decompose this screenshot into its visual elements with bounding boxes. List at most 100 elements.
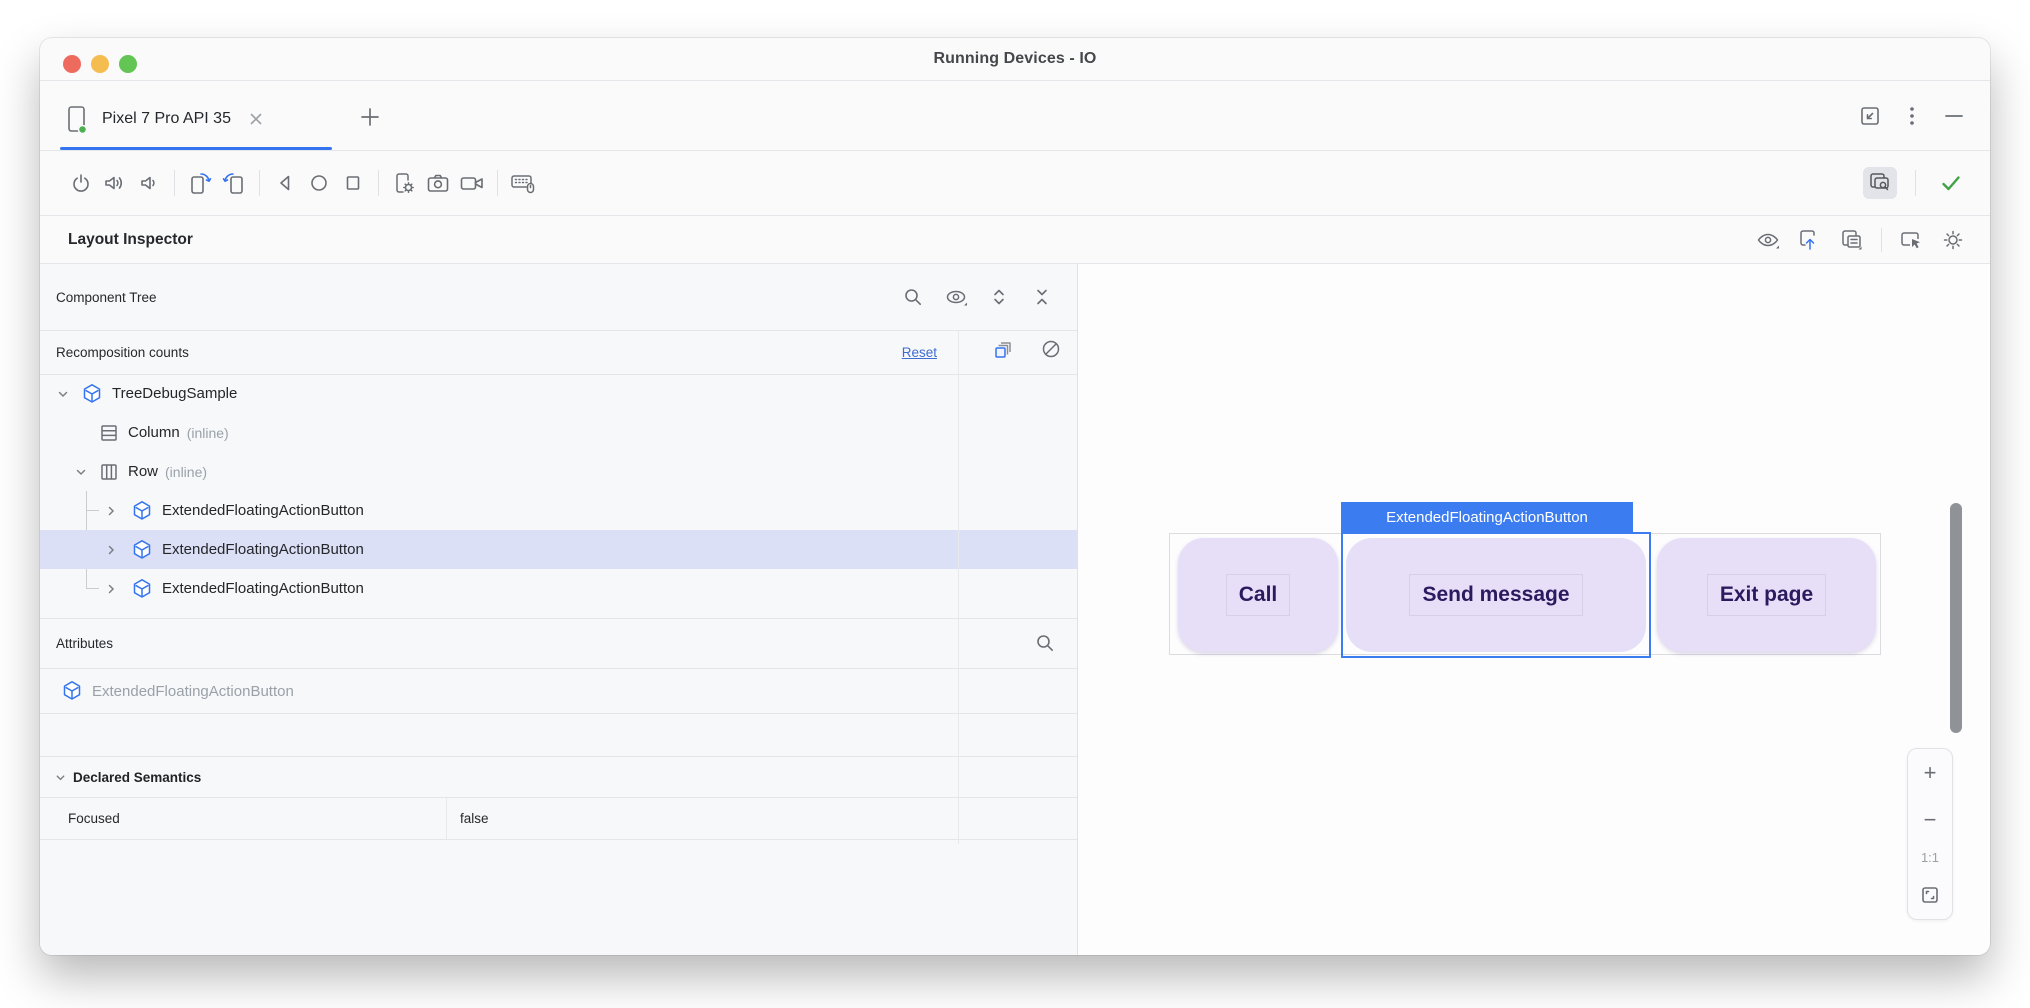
collapse-all-icon[interactable] <box>1025 281 1059 313</box>
skip-counts-icon[interactable] <box>1039 337 1063 363</box>
toolbar-separator <box>1881 228 1882 252</box>
toolbar-separator <box>259 170 260 196</box>
component-tree: TreeDebugSample Column (inline) <box>40 374 1077 608</box>
zoom-out-button[interactable]: − <box>1913 803 1947 837</box>
layout-inspector-title: Layout Inspector <box>68 231 193 249</box>
layout-inspector-toggle-icon[interactable] <box>1863 167 1897 199</box>
rotate-left-icon[interactable] <box>183 167 217 199</box>
tree-node-label: ExtendedFloatingActionButton <box>162 502 364 519</box>
layout-inspector-header: Layout Inspector <box>40 216 1990 263</box>
kebab-menu-icon[interactable] <box>1908 104 1916 128</box>
search-icon[interactable] <box>896 281 930 313</box>
device-settings-icon[interactable] <box>387 167 421 199</box>
tree-node-label: Row <box>128 463 158 480</box>
row-layout-icon <box>98 461 120 483</box>
running-devices-window: Running Devices - IO Pixel 7 Pro API 35 <box>40 38 1990 955</box>
layer-spacing-icon[interactable] <box>1835 224 1869 256</box>
compose-node-icon <box>80 382 104 406</box>
tab-label: Pixel 7 Pro API 35 <box>102 110 231 128</box>
overview-icon[interactable] <box>336 167 370 199</box>
chevron-down-icon[interactable] <box>74 465 88 479</box>
selection-outline <box>1341 532 1651 658</box>
add-tab-button[interactable] <box>358 105 382 129</box>
fab-exit-page-label: Exit page <box>1707 574 1826 616</box>
title-bar: Running Devices - IO <box>40 38 1990 80</box>
chevron-right-icon[interactable] <box>104 582 118 596</box>
dock-tool-window-icon[interactable] <box>1858 104 1882 128</box>
tree-row-row[interactable]: Row (inline) <box>40 452 1077 491</box>
zoom-controls: + − 1:1 <box>1907 748 1953 920</box>
chevron-right-icon[interactable] <box>104 504 118 518</box>
zoom-actual-size-button[interactable]: 1:1 <box>1921 850 1939 865</box>
rotate-right-icon[interactable] <box>217 167 251 199</box>
tree-row-fab-2-selected[interactable]: ExtendedFloatingActionButton <box>40 530 1077 569</box>
selected-component-name: ExtendedFloatingActionButton <box>92 683 294 700</box>
power-icon[interactable] <box>64 167 98 199</box>
expand-all-icon[interactable] <box>982 281 1016 313</box>
tab-bar: Pixel 7 Pro API 35 <box>40 81 1990 150</box>
recomposition-label: Recomposition counts <box>56 331 189 374</box>
view-options-eye-icon[interactable] <box>1751 224 1785 256</box>
zoom-to-fit-icon[interactable] <box>1913 878 1947 912</box>
fab-call-label: Call <box>1226 574 1291 616</box>
screenshot-canvas: Running Devices - IO Pixel 7 Pro API 35 <box>0 0 2030 1008</box>
chevron-right-icon[interactable] <box>104 543 118 557</box>
selection-tooltip: ExtendedFloatingActionButton <box>1341 502 1633 532</box>
toolbar-separator <box>1915 170 1916 196</box>
tree-node-label: ExtendedFloatingActionButton <box>162 541 364 558</box>
hardware-input-icon[interactable] <box>506 167 540 199</box>
fab-call-button[interactable]: Call <box>1178 538 1338 652</box>
divider <box>40 713 1077 714</box>
compose-node-icon <box>130 577 154 601</box>
tree-node-label: ExtendedFloatingActionButton <box>162 580 364 597</box>
component-tree-panel: Component Tree <box>40 264 1077 955</box>
recomposition-counts-icon[interactable] <box>991 337 1017 363</box>
selected-component-row: ExtendedFloatingActionButton <box>40 669 1077 713</box>
tree-node-suffix: (inline) <box>165 464 207 480</box>
compose-node-icon <box>60 679 84 703</box>
recomposition-row: Recomposition counts Reset <box>40 331 1077 374</box>
tree-node-suffix: (inline) <box>187 425 229 441</box>
vertical-scrollbar[interactable] <box>1950 503 1962 733</box>
tree-row-fab-1[interactable]: ExtendedFloatingActionButton <box>40 491 1077 530</box>
property-row-focused[interactable]: Focused false <box>40 798 1077 839</box>
hide-icon[interactable] <box>1942 104 1966 128</box>
window-title: Running Devices - IO <box>40 38 1990 80</box>
pick-component-icon[interactable] <box>1894 224 1928 256</box>
chevron-down-icon[interactable] <box>56 387 70 401</box>
tree-row-treedebugsample[interactable]: TreeDebugSample <box>40 374 1077 413</box>
component-tree-title: Component Tree <box>56 264 157 330</box>
tree-node-label: TreeDebugSample <box>112 385 237 402</box>
attributes-header: Attributes <box>40 618 1077 668</box>
tree-node-label: Column <box>128 424 180 441</box>
device-toolbar <box>40 151 1990 215</box>
tree-row-column[interactable]: Column (inline) <box>40 413 1077 452</box>
close-tab-icon[interactable] <box>247 110 265 128</box>
column-layout-icon <box>98 422 120 444</box>
screenshot-icon[interactable] <box>421 167 455 199</box>
volume-down-icon[interactable] <box>132 167 166 199</box>
visibility-eye-icon[interactable] <box>939 281 973 313</box>
tab-pixel-7-pro[interactable]: Pixel 7 Pro API 35 <box>60 95 269 143</box>
reset-counts-link[interactable]: Reset <box>902 331 937 374</box>
back-icon[interactable] <box>268 167 302 199</box>
phone-online-icon <box>64 103 90 135</box>
zoom-in-button[interactable]: + <box>1913 756 1947 790</box>
component-tree-header: Component Tree <box>40 264 1077 330</box>
screen-record-icon[interactable] <box>455 167 489 199</box>
property-name: Focused <box>68 798 120 839</box>
toolbar-separator <box>378 170 379 196</box>
home-icon[interactable] <box>302 167 336 199</box>
export-snapshot-icon[interactable] <box>1793 224 1827 256</box>
volume-up-icon[interactable] <box>98 167 132 199</box>
declared-semantics-header[interactable]: Declared Semantics <box>40 757 1077 798</box>
toolbar-separator <box>497 170 498 196</box>
search-icon[interactable] <box>1033 631 1057 655</box>
tree-row-fab-3[interactable]: ExtendedFloatingActionButton <box>40 569 1077 608</box>
confirm-check-icon[interactable] <box>1934 167 1968 199</box>
device-preview-panel: Call Send message Exit page ExtendedFloa… <box>1078 264 1990 955</box>
property-divider <box>446 798 447 839</box>
fab-exit-page-button[interactable]: Exit page <box>1657 538 1876 652</box>
layout-inspector-body: Component Tree <box>40 264 1990 955</box>
settings-gear-icon[interactable] <box>1936 224 1970 256</box>
